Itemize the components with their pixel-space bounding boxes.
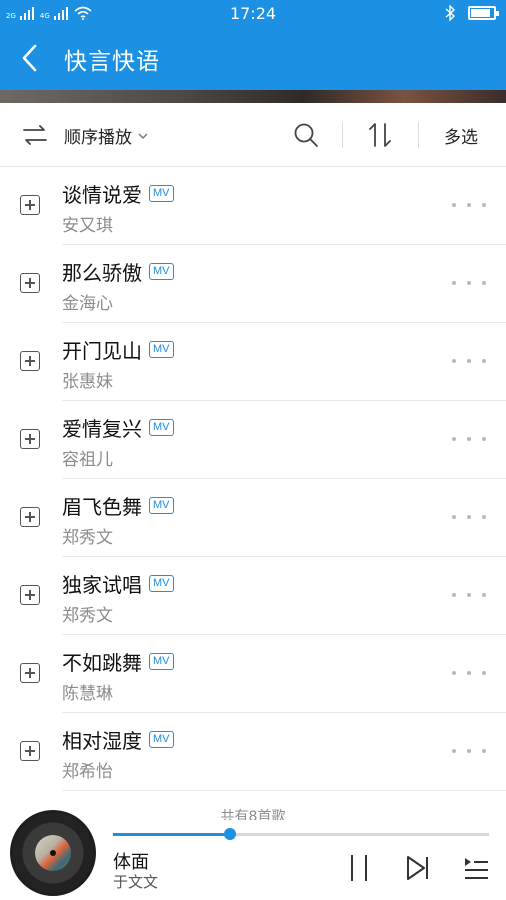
progress-fill: [113, 833, 230, 836]
toolbar-divider: [342, 122, 343, 148]
chevron-down-icon: [138, 133, 148, 139]
play-mode-dropdown[interactable]: 顺序播放: [64, 123, 148, 148]
add-to-playlist-icon[interactable]: [20, 195, 40, 215]
song-title: 独家试唱: [62, 573, 142, 597]
app-header: 2G 4G 17:24 快言快语: [0, 0, 506, 90]
add-to-playlist-icon[interactable]: [20, 429, 40, 449]
more-options-icon[interactable]: [452, 273, 486, 293]
mv-badge[interactable]: MV: [149, 653, 174, 670]
now-playing-artist: 于文文: [113, 873, 159, 891]
add-to-playlist-icon[interactable]: [20, 507, 40, 527]
more-options-icon[interactable]: [452, 741, 486, 761]
song-artist: 郑希怡: [62, 762, 113, 782]
search-icon[interactable]: [293, 122, 319, 148]
next-track-button[interactable]: [404, 854, 432, 882]
song-row[interactable]: 不如跳舞 MV 陈慧琳: [0, 635, 506, 713]
disc-hole: [50, 850, 56, 856]
mv-badge[interactable]: MV: [149, 497, 174, 514]
sort-icon[interactable]: [366, 122, 394, 148]
song-title: 谈情说爱: [62, 183, 142, 207]
song-row[interactable]: 爱情复兴 MV 容祖儿: [0, 401, 506, 479]
album-art-disc[interactable]: [10, 810, 96, 896]
song-title: 爱情复兴: [62, 417, 142, 441]
add-to-playlist-icon[interactable]: [20, 663, 40, 683]
song-artist: 金海心: [62, 294, 113, 314]
song-title-line: 谈情说爱 MV: [62, 179, 174, 208]
progress-bar[interactable]: [113, 828, 489, 840]
playlist-button[interactable]: [462, 854, 490, 882]
more-options-icon[interactable]: [452, 507, 486, 527]
more-options-icon[interactable]: [452, 351, 486, 371]
more-options-icon[interactable]: [452, 585, 486, 605]
song-title: 开门见山: [62, 339, 142, 363]
add-to-playlist-icon[interactable]: [20, 351, 40, 371]
status-bar: 2G 4G 17:24: [0, 0, 506, 28]
toolbar-divider: [418, 122, 419, 148]
bluetooth-icon: [445, 5, 456, 21]
progress-handle[interactable]: [223, 828, 236, 840]
song-title: 不如跳舞: [62, 651, 142, 675]
more-options-icon[interactable]: [452, 195, 486, 215]
song-title: 那么骄傲: [62, 261, 142, 285]
song-title-line: 相对湿度 MV: [62, 725, 174, 754]
song-title-line: 那么骄傲 MV: [62, 257, 174, 286]
song-row[interactable]: 相对湿度 MV 郑希怡: [0, 713, 506, 791]
row-divider: [62, 790, 506, 791]
add-to-playlist-icon[interactable]: [20, 741, 40, 761]
song-artist: 安又琪: [62, 216, 113, 236]
song-row[interactable]: 那么骄傲 MV 金海心: [0, 245, 506, 323]
song-title-line: 不如跳舞 MV: [62, 647, 174, 676]
song-title: 眉飞色舞: [62, 495, 142, 519]
song-title-line: 独家试唱 MV: [62, 569, 174, 598]
song-artist: 陈慧琳: [62, 684, 113, 704]
more-options-icon[interactable]: [452, 429, 486, 449]
mv-badge[interactable]: MV: [149, 575, 174, 592]
song-artist: 张惠妹: [62, 372, 113, 392]
back-button[interactable]: [14, 40, 46, 76]
song-title-line: 眉飞色舞 MV: [62, 491, 174, 520]
song-row[interactable]: 谈情说爱 MV 安又琪: [0, 167, 506, 245]
header-banner-image: [0, 90, 506, 103]
battery-icon: [468, 6, 499, 20]
multi-select-button[interactable]: 多选: [444, 123, 478, 148]
song-row[interactable]: 开门见山 MV 张惠妹: [0, 323, 506, 401]
song-artist: 郑秀文: [62, 606, 113, 626]
play-mode-label: 顺序播放: [64, 128, 132, 148]
add-to-playlist-icon[interactable]: [20, 585, 40, 605]
song-artist: 容祖儿: [62, 450, 113, 470]
song-list: 谈情说爱 MV 安又琪 那么骄傲 MV 金海心 开门见山 MV 张惠妹 爱情复兴…: [0, 167, 506, 791]
mv-badge[interactable]: MV: [149, 185, 174, 202]
play-order-icon[interactable]: [22, 123, 48, 147]
more-options-icon[interactable]: [452, 663, 486, 683]
page-title: 快言快语: [64, 49, 160, 75]
status-right-icons: [444, 5, 499, 21]
song-row[interactable]: 独家试唱 MV 郑秀文: [0, 557, 506, 635]
song-title: 相对湿度: [62, 729, 142, 753]
add-to-playlist-icon[interactable]: [20, 273, 40, 293]
song-row[interactable]: 眉飞色舞 MV 郑秀文: [0, 479, 506, 557]
mv-badge[interactable]: MV: [149, 419, 174, 436]
pause-button[interactable]: [346, 852, 372, 884]
mv-badge[interactable]: MV: [149, 731, 174, 748]
clock: 17:24: [229, 4, 277, 23]
song-title-line: 开门见山 MV: [62, 335, 174, 364]
mv-badge[interactable]: MV: [149, 263, 174, 280]
song-artist: 郑秀文: [62, 528, 113, 548]
song-title-line: 爱情复兴 MV: [62, 413, 174, 442]
mv-badge[interactable]: MV: [149, 341, 174, 358]
list-toolbar: 顺序播放 多选: [0, 103, 506, 167]
